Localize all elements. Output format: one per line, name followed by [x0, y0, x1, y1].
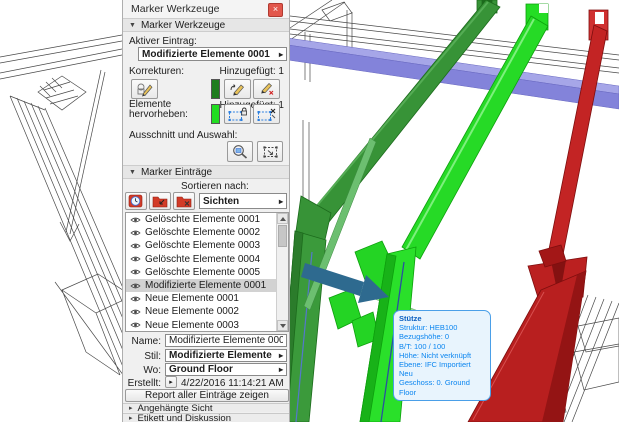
remove-correction-button[interactable]: [253, 79, 280, 99]
eye-icon: [130, 309, 141, 315]
eye-icon: [130, 256, 141, 262]
add-correction-button[interactable]: [224, 79, 251, 99]
list-item[interactable]: Neue Elemente 0003: [126, 319, 276, 332]
where-value: Ground Floor: [169, 364, 233, 375]
highlight-remove-button[interactable]: [253, 104, 280, 124]
tooltip-line: Höhe: Nicht verknüpft: [399, 350, 472, 360]
eye-icon: [130, 296, 141, 302]
element-info-tooltip: Stütze Struktur: HEB100 Bezugshöhe: 0 B/…: [393, 310, 491, 401]
chevron-down-icon: ▼: [129, 168, 136, 176]
tooltip-line: Ebene: IFC Importiert Neu: [399, 360, 471, 379]
corrections-label: Korrekturen:: [129, 66, 185, 77]
shapes-pencil-icon: [137, 83, 153, 96]
chevron-right-icon: ▸: [278, 365, 283, 374]
list-scrollbar[interactable]: [276, 213, 288, 331]
chevron-right-icon: ▸: [278, 196, 283, 206]
list-item[interactable]: Gelöschte Elemente 0005: [126, 266, 276, 279]
marquee-icon: [262, 145, 278, 158]
created-expand-button[interactable]: ▸: [165, 376, 177, 388]
sort-by-dropdown[interactable]: Sichten ▸: [199, 193, 287, 209]
scrollbar-thumb[interactable]: [278, 225, 287, 247]
highlight-elements-label: Elemente hervorheben:: [129, 99, 188, 120]
style-value: Modifizierte Elemente: [169, 350, 272, 361]
pencil-delete-icon: [261, 83, 274, 95]
section-label: Marker Werkzeuge: [140, 19, 226, 31]
list-item[interactable]: Neue Elemente 0001: [126, 292, 276, 305]
scroll-down-icon[interactable]: [277, 320, 288, 331]
style-label: Stil:: [144, 351, 161, 362]
folder-import-icon: [152, 196, 168, 208]
marker-entries-list: Gelöschte Elemente 0001 Gelöschte Elemen…: [125, 212, 289, 332]
name-label: Name:: [131, 336, 161, 347]
entry-clock-icon: [128, 194, 143, 208]
where-dropdown[interactable]: Ground Floor ▸: [165, 363, 287, 376]
sort-by-value: Sichten: [203, 195, 240, 207]
marquee-selection-button[interactable]: [257, 141, 283, 162]
entry-import-button[interactable]: [149, 192, 171, 210]
active-entry-dropdown[interactable]: Modifizierte Elemente 0001 ▸: [138, 47, 287, 61]
created-value: 4/22/2016 11:14:21 AM: [181, 378, 284, 389]
folder-delete-icon: [176, 196, 192, 208]
magnifier-icon: [232, 145, 247, 159]
palette-title: Marker Werkzeuge: [131, 3, 220, 15]
eye-icon: [130, 322, 141, 328]
tooltip-title: Stütze: [399, 314, 422, 323]
report-all-entries-button[interactable]: Report aller Einträge zeigen: [125, 389, 289, 402]
sort-by-label: Sortieren nach:: [181, 181, 249, 192]
active-entry-label: Aktiver Eintrag:: [129, 36, 197, 47]
eye-icon: [130, 243, 141, 249]
section-label: Etikett und Diskussion: [137, 412, 231, 422]
chevron-right-icon: ▸: [129, 415, 133, 422]
section-marker-werkzeuge[interactable]: ▼ Marker Werkzeuge: [123, 18, 289, 32]
entry-delete-button[interactable]: [173, 192, 195, 210]
tooltip-line: Struktur: HEB100: [399, 323, 458, 333]
eye-icon: [130, 217, 141, 222]
marquee-lock-icon: [228, 107, 247, 121]
list-item[interactable]: Gelöschte Elemente 0001: [126, 213, 276, 226]
eye-icon: [130, 270, 141, 275]
chevron-right-icon: ▸: [129, 405, 133, 412]
list-item[interactable]: Gelöschte Elemente 0004: [126, 253, 276, 266]
eye-icon: [130, 230, 141, 236]
section-angehaengte-sicht[interactable]: ▸ Angehängte Sicht: [123, 403, 289, 414]
marquee-delete-icon: [257, 108, 276, 121]
list-item-selected[interactable]: Modifizierte Elemente 0001: [126, 278, 276, 293]
tooltip-line: Bezugshöhe: 0: [399, 332, 450, 342]
clip-selection-label: Ausschnitt und Auswahl:: [129, 130, 238, 141]
pencil-add-icon: [230, 84, 244, 96]
chevron-down-icon: ▼: [129, 21, 136, 29]
corrections-added-count: Hinzugefügt: 1: [219, 66, 285, 77]
marker-tools-palette: Marker Werkzeuge × ▼ Marker Werkzeuge Ak…: [122, 0, 290, 422]
correction-edit-button[interactable]: [131, 79, 158, 99]
app-window: Stütze Struktur: HEB100 Bezugshöhe: 0 B/…: [0, 0, 619, 422]
name-input[interactable]: [165, 334, 287, 347]
style-dropdown[interactable]: Modifizierte Elemente ▸: [165, 349, 287, 362]
zoom-to-selection-button[interactable]: [227, 141, 253, 162]
palette-titlebar[interactable]: Marker Werkzeuge ×: [123, 0, 289, 19]
where-label: Wo:: [143, 365, 161, 376]
section-label: Marker Einträge: [140, 166, 213, 178]
list-item[interactable]: Gelöschte Elemente 0003: [126, 239, 276, 252]
close-icon[interactable]: ×: [268, 3, 283, 17]
viewport-3d: [0, 0, 619, 422]
highlight-color-swatch[interactable]: [211, 104, 220, 124]
eye-icon: [130, 283, 141, 288]
created-label: Erstellt:: [127, 378, 161, 389]
chevron-right-icon: ▸: [278, 49, 283, 59]
section-etikett-diskussion[interactable]: ▸ Etikett und Diskussion: [123, 413, 289, 422]
entry-history-button[interactable]: [125, 192, 147, 210]
correction-color-swatch[interactable]: [211, 79, 220, 99]
scroll-up-icon[interactable]: [277, 213, 288, 224]
active-entry-value: Modifizierte Elemente 0001: [142, 48, 270, 60]
list-item[interactable]: Gelöschte Elemente 0002: [126, 226, 276, 239]
list-item[interactable]: Neue Elemente 0002: [126, 305, 276, 318]
highlight-lock-button[interactable]: [224, 104, 251, 124]
chevron-right-icon: ▸: [278, 351, 283, 360]
tooltip-line: B/T: 100 / 100: [399, 341, 446, 351]
section-marker-eintraege[interactable]: ▼ Marker Einträge: [123, 165, 289, 179]
tooltip-line: Geschoss: 0. Ground Floor: [399, 378, 470, 397]
